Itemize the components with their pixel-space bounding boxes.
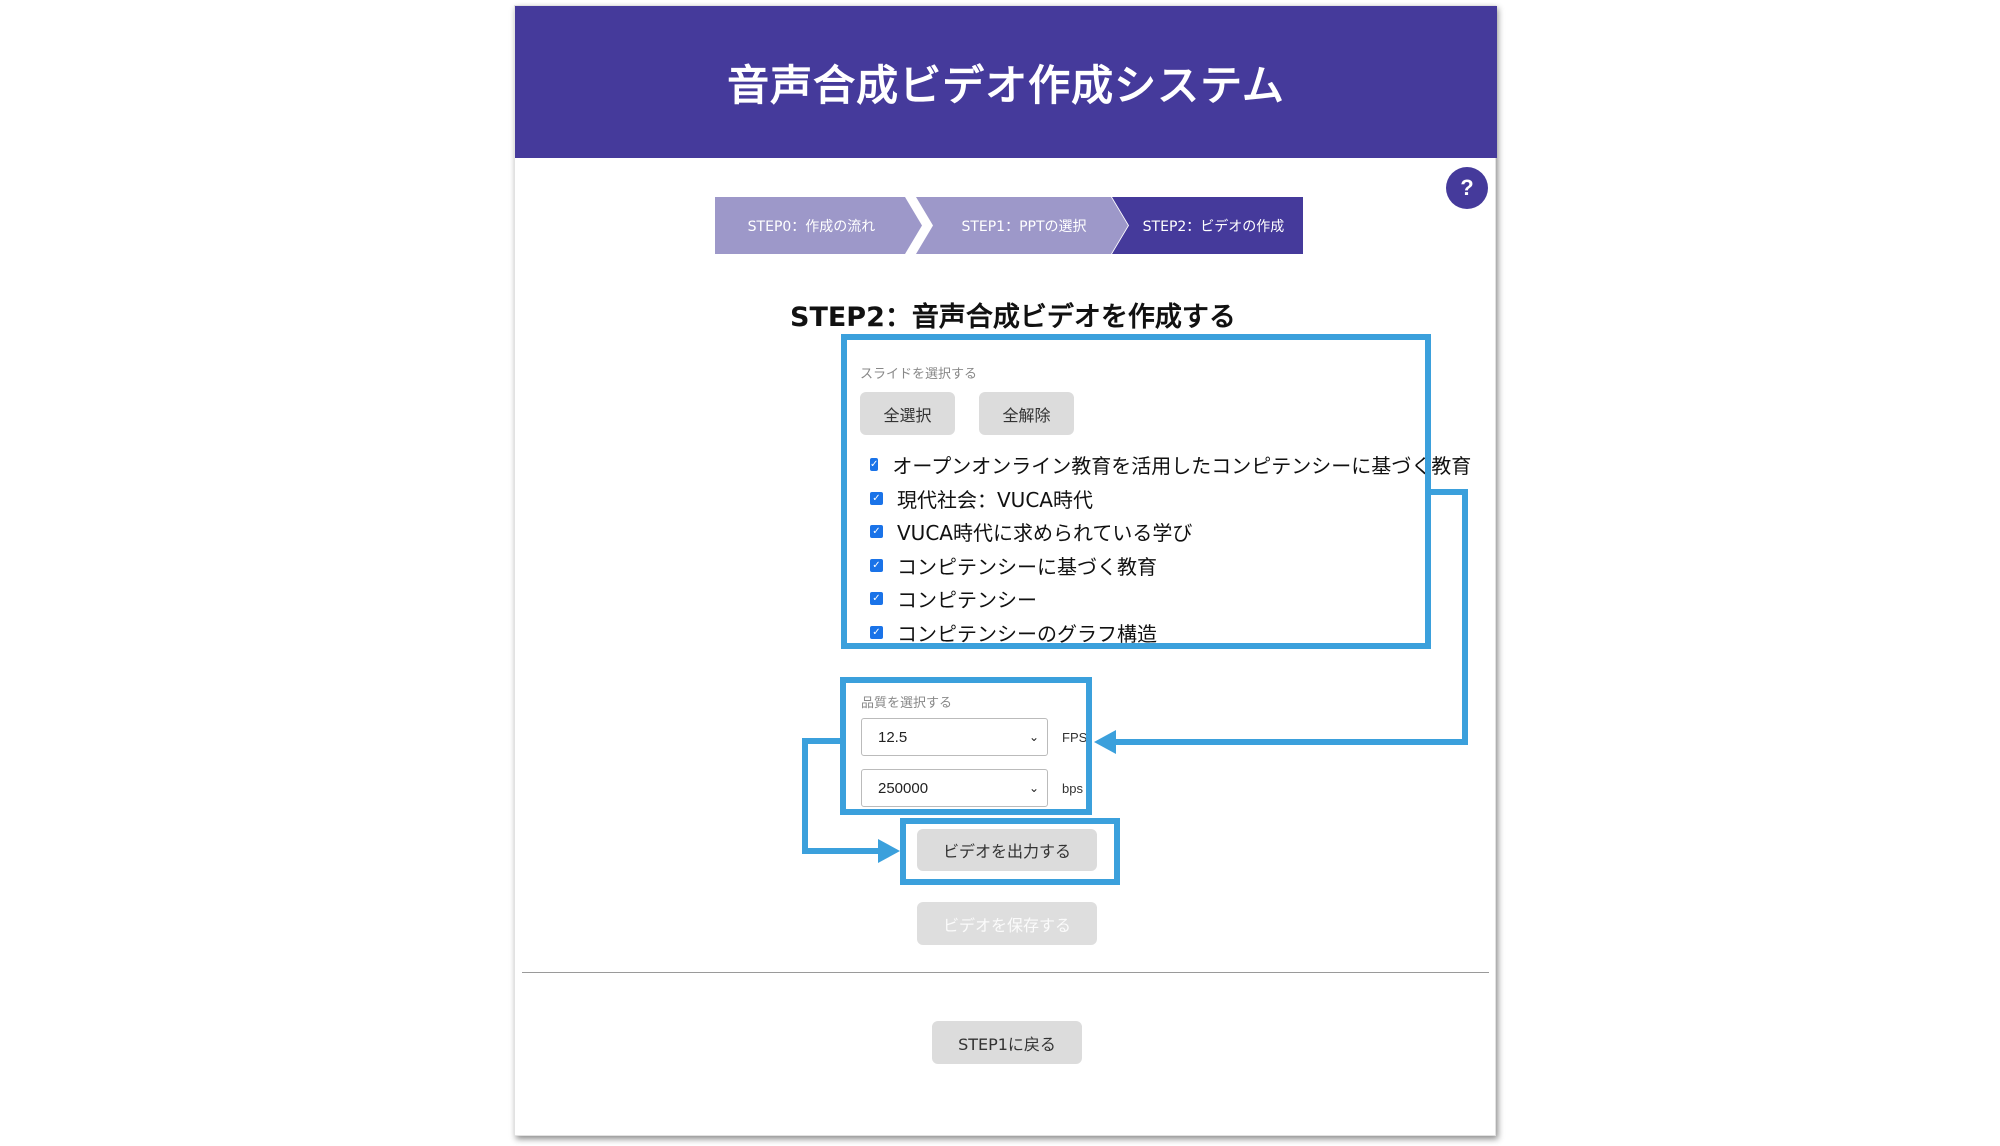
app-window: 音声合成ビデオ作成システム ? STEP0：作成の流れ STEP1：PPTの選択… [514, 5, 1497, 1136]
step-0-tab[interactable]: STEP0：作成の流れ [715, 197, 922, 254]
section-title: STEP2：音声合成ビデオを作成する [790, 302, 1236, 333]
slide-item-label: コンピテンシー [897, 588, 1037, 613]
app-header: 音声合成ビデオ作成システム [515, 6, 1497, 158]
checkbox[interactable]: ✓ [870, 458, 879, 472]
help-button[interactable]: ? [1446, 167, 1488, 209]
export-video-button[interactable]: ビデオを出力する [917, 829, 1097, 871]
slide-item[interactable]: ✓ オープンオンライン教育を活用したコンピテンシーに基づく教育 [860, 448, 1471, 482]
deselect-all-button[interactable]: 全解除 [979, 392, 1074, 435]
slide-item-label: オープンオンライン教育を活用したコンピテンシーに基づく教育 [892, 454, 1472, 479]
slide-selection-group: スライドを選択する 全選択 全解除 ✓ オープンオンライン教育を活用したコンピテ… [860, 346, 1471, 650]
step-1-tab[interactable]: STEP1：PPTの選択 [916, 197, 1128, 254]
chevron-down-icon: ⌄ [1028, 730, 1039, 744]
checkbox[interactable]: ✓ [870, 525, 883, 539]
checkbox[interactable]: ✓ [870, 625, 883, 639]
bps-unit: bps [1062, 781, 1083, 796]
fps-select[interactable]: 12.5 ⌄ [861, 718, 1048, 756]
save-video-button[interactable]: ビデオを保存する [917, 902, 1097, 945]
step-2-tab[interactable]: STEP2：ビデオの作成 [1112, 197, 1303, 254]
bps-select[interactable]: 250000 ⌄ [861, 769, 1048, 807]
quality-selection-group: 品質を選択する 12.5 ⌄ FPS 250000 ⌄ bps [855, 684, 1087, 814]
back-to-step1-button[interactable]: STEP1に戻る [932, 1021, 1082, 1064]
chevron-down-icon: ⌄ [1028, 781, 1039, 795]
checkbox[interactable]: ✓ [870, 592, 883, 606]
quality-selection-label: 品質を選択する [861, 696, 953, 711]
slide-item-label: コンピテンシーに基づく教育 [897, 554, 1157, 579]
slide-list: ✓ オープンオンライン教育を活用したコンピテンシーに基づく教育 ✓ 現代社会：V… [860, 448, 1471, 650]
checkbox[interactable]: ✓ [870, 491, 883, 505]
fps-unit: FPS [1062, 730, 1088, 745]
bps-select-value: 250000 [878, 779, 929, 797]
app-title: 音声合成ビデオ作成システム [727, 60, 1285, 110]
slide-item-label: 現代社会：VUCA時代 [897, 487, 1093, 512]
checkbox[interactable]: ✓ [870, 558, 883, 572]
slide-item[interactable]: ✓ VUCA時代に求められている学び [860, 515, 1430, 549]
slide-item[interactable]: ✓ 現代社会：VUCA時代 [860, 482, 1430, 516]
step-progress: STEP0：作成の流れ STEP1：PPTの選択 STEP2：ビデオの作成 [715, 197, 1315, 254]
slide-item-label: コンピテンシーのグラフ構造 [897, 621, 1157, 646]
select-all-button[interactable]: 全選択 [860, 392, 955, 435]
slide-item[interactable]: ✓ コンピテンシーに基づく教育 [860, 549, 1430, 583]
divider [522, 972, 1489, 973]
slide-selection-label: スライドを選択する [860, 367, 978, 382]
slide-item[interactable]: ✓ コンピテンシーのグラフ構造 [860, 616, 1430, 650]
fps-select-value: 12.5 [878, 728, 908, 746]
slide-item-label: VUCA時代に求められている学び [897, 521, 1193, 546]
slide-item[interactable]: ✓ コンピテンシー [860, 582, 1430, 616]
